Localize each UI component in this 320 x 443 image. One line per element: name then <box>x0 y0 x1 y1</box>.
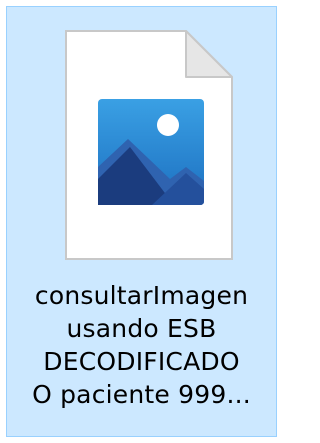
file-item[interactable]: consultarImagen usando ESB DECODIFICADO … <box>6 6 277 437</box>
file-name-line-4: O paciente 999... <box>32 380 251 409</box>
picture-thumbnail <box>98 99 204 205</box>
file-name-line-3: DECODIFICADO <box>43 347 240 376</box>
file-name-label[interactable]: consultarImagen usando ESB DECODIFICADO … <box>7 279 276 411</box>
file-name-line-2: usando ESB <box>66 314 217 343</box>
file-name-line-1: consultarImagen <box>34 281 249 310</box>
image-file-icon[interactable] <box>64 29 234 261</box>
